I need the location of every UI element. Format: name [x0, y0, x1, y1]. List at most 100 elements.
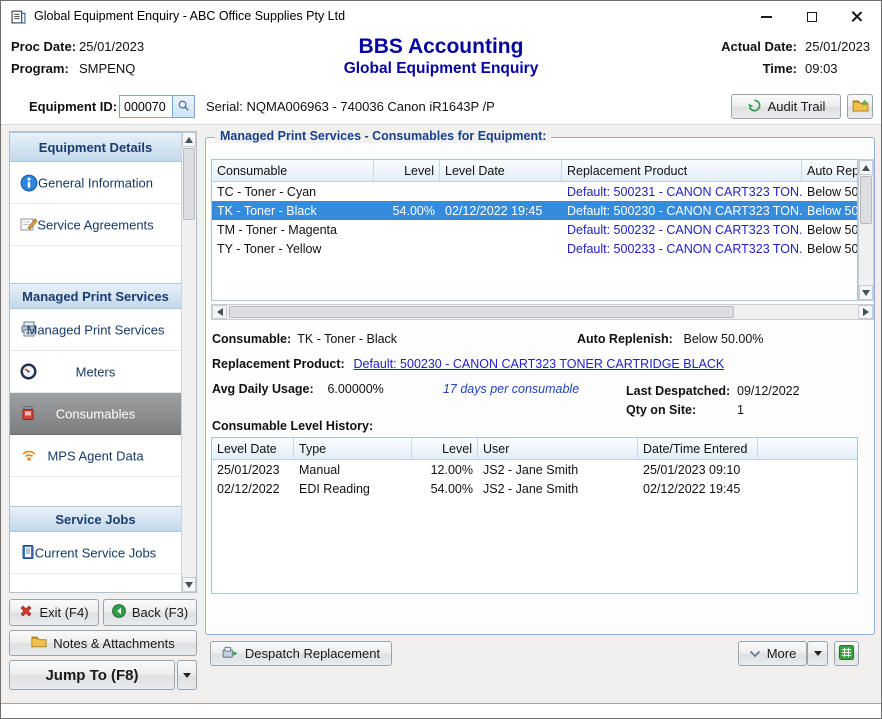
back-button[interactable]: Back (F3): [103, 599, 197, 626]
despatch-replacement-button[interactable]: Despatch Replacement: [210, 641, 392, 666]
serial-label: Serial:: [206, 99, 243, 114]
sidebar-item-label: Current Service Jobs: [10, 545, 181, 560]
despatch-icon: [222, 646, 239, 662]
column-header-auto-replenish[interactable]: Auto Rep: [802, 160, 858, 181]
exit-button[interactable]: Exit (F4): [9, 599, 99, 626]
audit-trail-icon: [747, 98, 762, 116]
sidebar-scrollbar[interactable]: [181, 132, 196, 592]
jump-to-dropdown-button[interactable]: [177, 660, 197, 690]
time-value: 09:03: [805, 61, 871, 76]
sidebar-header-label: Managed Print Services: [22, 289, 169, 304]
scroll-up-button[interactable]: [182, 132, 196, 147]
scroll-right-button[interactable]: [858, 305, 873, 319]
sidebar-item-service-agreements[interactable]: Service Agreements: [10, 204, 181, 246]
exit-label: Exit (F4): [39, 605, 88, 620]
scrollbar-thumb[interactable]: [860, 176, 872, 224]
column-header-type[interactable]: Type: [294, 438, 412, 459]
column-header-level-date[interactable]: Level Date: [212, 438, 294, 459]
sidebar-item-general-information[interactable]: General Information: [10, 162, 181, 204]
consumables-table-hscrollbar[interactable]: [211, 304, 874, 320]
date-time-block: Actual Date: 25/01/2023 Time: 09:03: [721, 39, 871, 76]
qty-on-site-label: Qty on Site:: [626, 401, 737, 419]
exit-icon: [19, 604, 33, 621]
actual-date-value: 25/01/2023: [805, 39, 871, 54]
column-header-filler: [758, 438, 857, 459]
avg-daily-usage-label: Avg Daily Usage:: [212, 382, 324, 396]
days-per-consumable-note: 17 days per consumable: [443, 382, 579, 396]
more-dropdown-button[interactable]: [807, 641, 828, 666]
consumable-row-tc[interactable]: TC - Toner - Cyan Default: 500231 - CANO…: [212, 182, 858, 201]
notes-label: Notes & Attachments: [53, 636, 174, 651]
column-header-replacement-product[interactable]: Replacement Product: [562, 160, 802, 181]
replacement-product-link[interactable]: Default: 500230 - CANON CART323 TONER CA…: [353, 357, 724, 371]
column-header-datetime-entered[interactable]: Date/Time Entered: [638, 438, 758, 459]
sidebar-header-equipment-details: Equipment Details: [10, 132, 181, 162]
consumables-groupbox: Managed Print Services - Consumables for…: [205, 137, 875, 635]
sidebar-item-meters[interactable]: Meters: [10, 351, 181, 393]
column-header-user[interactable]: User: [478, 438, 638, 459]
consumables-table-vscrollbar[interactable]: [858, 159, 874, 301]
scroll-down-button[interactable]: [182, 577, 196, 592]
minimize-button[interactable]: [744, 1, 789, 32]
notes-attachments-button[interactable]: Notes & Attachments: [9, 630, 197, 656]
equipment-id-field: [119, 95, 195, 118]
scrollbar-thumb[interactable]: [183, 148, 195, 220]
equipment-id-label: Equipment ID:: [29, 99, 117, 114]
scroll-down-icon: [862, 290, 870, 296]
audit-trail-label: Audit Trail: [768, 99, 826, 114]
equipment-bar: Equipment ID: Serial: NQMA006963 - 74003…: [1, 90, 881, 125]
search-button[interactable]: [172, 96, 194, 117]
consumable-value: TK - Toner - Black: [297, 332, 397, 346]
history-row[interactable]: 02/12/2022 EDI Reading 54.00% JS2 - Jane…: [212, 479, 857, 498]
equipment-id-input[interactable]: [120, 96, 172, 117]
history-row[interactable]: 25/01/2023 Manual 12.00% JS2 - Jane Smit…: [212, 460, 857, 479]
sidebar-item-mps-agent-data[interactable]: MPS Agent Data: [10, 435, 181, 477]
window-app-icon: [11, 9, 26, 24]
groupbox-title: Managed Print Services - Consumables for…: [215, 129, 551, 143]
caret-down-icon: [814, 651, 822, 656]
scroll-right-icon: [863, 308, 869, 316]
background-window-strip: [1, 703, 881, 719]
column-header-level[interactable]: Level: [412, 438, 478, 459]
sidebar-item-consumables[interactable]: Consumables: [10, 393, 181, 435]
window-title: Global Equipment Enquiry - ABC Office Su…: [34, 1, 345, 32]
sidebar: Equipment Details General Information Se…: [9, 131, 197, 593]
actual-date-label: Actual Date:: [721, 39, 805, 54]
scroll-left-button[interactable]: [212, 305, 227, 319]
sidebar-header-label: Equipment Details: [39, 140, 152, 155]
scroll-down-button[interactable]: [859, 285, 873, 300]
consumable-row-ty[interactable]: TY - Toner - Yellow Default: 500233 - CA…: [212, 239, 858, 258]
export-spreadsheet-button[interactable]: [834, 641, 859, 666]
sidebar-item-label: General Information: [10, 175, 181, 190]
scroll-up-button[interactable]: [859, 160, 873, 175]
sidebar-header-label: Service Jobs: [55, 512, 135, 527]
sidebar-item-current-service-jobs[interactable]: Current Service Jobs: [10, 532, 181, 574]
level-history-table: Level Date Type Level User Date/Time Ent…: [211, 437, 858, 594]
scrollbar-thumb[interactable]: [229, 306, 734, 318]
consumable-row-tm[interactable]: TM - Toner - Magenta Default: 500232 - C…: [212, 220, 858, 239]
sidebar-item-managed-print-services[interactable]: Managed Print Services: [10, 309, 181, 351]
sidebar-item-label: Consumables: [10, 406, 181, 421]
minimize-icon: [761, 16, 772, 18]
maximize-button[interactable]: [789, 1, 834, 32]
column-header-level-date[interactable]: Level Date: [440, 160, 562, 181]
column-header-level[interactable]: Level: [374, 160, 440, 181]
back-label: Back (F3): [132, 605, 188, 620]
column-header-consumable[interactable]: Consumable: [212, 160, 374, 181]
caret-down-icon: [183, 673, 191, 678]
consumable-row-tk-selected[interactable]: TK - Toner - Black 54.00% 02/12/2022 19:…: [212, 201, 858, 220]
folder-shortcut-button[interactable]: [847, 94, 873, 119]
more-button[interactable]: More: [738, 641, 807, 666]
sidebar-item-label: Meters: [10, 364, 181, 379]
detail-avg-usage: Avg Daily Usage: 6.00000% 17 days per co…: [212, 382, 579, 396]
jump-to-button[interactable]: Jump To (F8): [9, 660, 175, 690]
detail-replacement: Replacement Product: Default: 500230 - C…: [212, 357, 724, 371]
serial-value: NQMA006963 - 740036 Canon iR1643P /P: [246, 99, 494, 114]
close-button[interactable]: [834, 1, 879, 32]
audit-trail-button[interactable]: Audit Trail: [731, 94, 841, 119]
header: Proc Date: 25/01/2023 Program: SMPENQ BB…: [1, 32, 881, 90]
scroll-down-icon: [185, 582, 193, 588]
scroll-up-icon: [862, 165, 870, 171]
serial-line: Serial: NQMA006963 - 740036 Canon iR1643…: [206, 99, 495, 114]
sidebar-item-label: MPS Agent Data: [10, 448, 181, 463]
